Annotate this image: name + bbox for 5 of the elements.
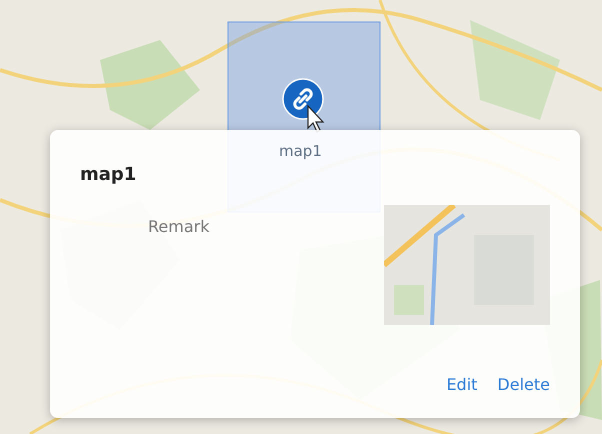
action-link[interactable]: Edit — [446, 375, 478, 394]
remark-text: Remark — [148, 217, 210, 236]
region-label: map1 — [279, 142, 322, 160]
action-link[interactable]: Delete — [497, 375, 550, 394]
popup-title: map1 — [80, 164, 138, 185]
